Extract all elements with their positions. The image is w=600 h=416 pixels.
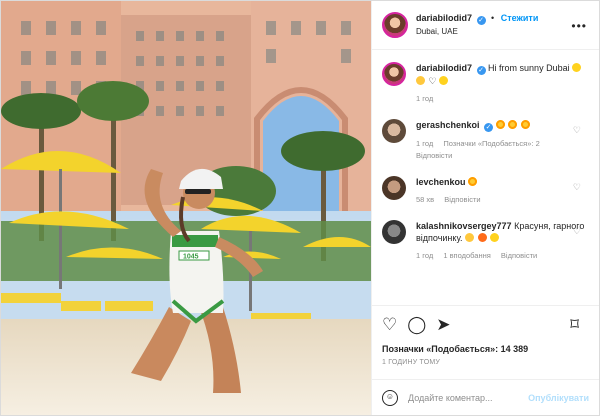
add-comment-bar: ☺ Опублікувати <box>372 379 599 415</box>
sun-emoji-icon <box>439 76 449 85</box>
caption: dariabilodid7 ✓ Hi from sunny Dubai ♡ 1 … <box>382 62 589 105</box>
author-avatar[interactable] <box>382 12 408 38</box>
share-send-icon[interactable]: ➤ <box>436 315 450 335</box>
face-emoji-icon <box>572 63 582 72</box>
sun-emoji-icon <box>490 233 500 242</box>
comment-item: kalashnikovsergey777 Красуня, гарного ві… <box>382 220 589 262</box>
comment-item: levchenkou 58 хв Відповісти ♡ <box>382 176 589 206</box>
emoji-smile-icon[interactable]: ☺ <box>382 389 398 406</box>
comment-like-heart-icon[interactable]: ♡ <box>573 182 581 193</box>
commenter-avatar[interactable] <box>382 176 406 200</box>
star-eyes-emoji-icon <box>508 120 518 129</box>
comment-username[interactable]: kalashnikovsergey777 <box>416 221 512 231</box>
bikini-text: 1045 <box>183 254 199 261</box>
separator-dot: • <box>491 13 495 23</box>
author-username[interactable]: dariabilodid7 <box>416 13 472 23</box>
post-side-panel: dariabilodid7 ✓ • Стежити Dubai, UAE •••… <box>371 1 599 415</box>
post-timestamp[interactable]: 1 ГОДИНУ ТОМУ <box>382 359 589 366</box>
likes-count[interactable]: Позначки «Подобається»: 14 389 <box>382 344 589 354</box>
star-eyes-emoji-icon <box>495 120 505 129</box>
location-link[interactable]: Dubai, UAE <box>416 25 538 39</box>
post-photo[interactable]: 1045 <box>1 1 371 415</box>
comment-reply-button[interactable]: Відповісти <box>444 195 480 204</box>
comment-item: gerashchenkoi ✓ 1 год Позначки «Подобаєт… <box>382 119 589 162</box>
star-eyes-emoji-icon <box>468 177 478 186</box>
comment-bubble-icon[interactable]: ◯ <box>407 315 426 335</box>
photo-illustration: 1045 <box>1 1 371 415</box>
comment-time[interactable]: 1 год <box>416 139 433 148</box>
comment-likes[interactable]: Позначки «Подобається»: 2 <box>443 139 539 148</box>
like-heart-icon[interactable]: ♡ <box>382 315 397 335</box>
comment-time[interactable]: 58 хв <box>416 195 434 204</box>
caption-time[interactable]: 1 год <box>416 94 433 103</box>
comment-username[interactable]: gerashchenkoi <box>416 120 480 130</box>
caption-text: Hi from sunny Dubai <box>488 63 570 73</box>
more-horizontal-icon[interactable]: ••• <box>571 19 587 33</box>
instagram-post: 1045 dariabilodid7 ✓ • Стежити Dubai, UA… <box>0 0 600 416</box>
post-actions: ♡ ◯ ➤ ⌑ Позначки «Подобається»: 14 389 1… <box>372 305 599 366</box>
commenter-avatar[interactable] <box>382 119 406 143</box>
comment-like-heart-icon[interactable]: ♡ <box>573 226 581 237</box>
comment-reply-button[interactable]: Відповісти <box>501 251 537 260</box>
author-avatar[interactable] <box>382 62 406 86</box>
star-eyes-emoji-icon <box>520 120 530 129</box>
bookmark-icon[interactable]: ⌑ <box>570 315 579 335</box>
comment-like-heart-icon[interactable]: ♡ <box>573 125 581 136</box>
palm-emoji-icon <box>416 76 425 85</box>
verified-badge-icon: ✓ <box>484 123 494 132</box>
comment-time[interactable]: 1 год <box>416 251 433 260</box>
comment-reply-button[interactable]: Відповісти <box>416 151 452 160</box>
caption-username[interactable]: dariabilodid7 <box>416 63 472 73</box>
comment-input[interactable] <box>408 392 529 403</box>
follow-button[interactable]: Стежити <box>501 13 539 23</box>
verified-badge-icon: ✓ <box>476 16 486 25</box>
heart-emoji-icon: ♡ <box>428 76 437 86</box>
comments-list: dariabilodid7 ✓ Hi from sunny Dubai ♡ 1 … <box>372 50 599 262</box>
ok-hand-emoji-icon <box>465 233 475 242</box>
verified-badge-icon: ✓ <box>476 66 486 75</box>
publish-button[interactable]: Опублікувати <box>528 393 589 403</box>
post-header: dariabilodid7 ✓ • Стежити Dubai, UAE ••• <box>372 1 599 50</box>
comment-likes[interactable]: 1 вподобання <box>443 251 491 260</box>
comment-username[interactable]: levchenkou <box>416 177 466 187</box>
fire-emoji-icon <box>477 233 487 242</box>
commenter-avatar[interactable] <box>382 220 406 244</box>
